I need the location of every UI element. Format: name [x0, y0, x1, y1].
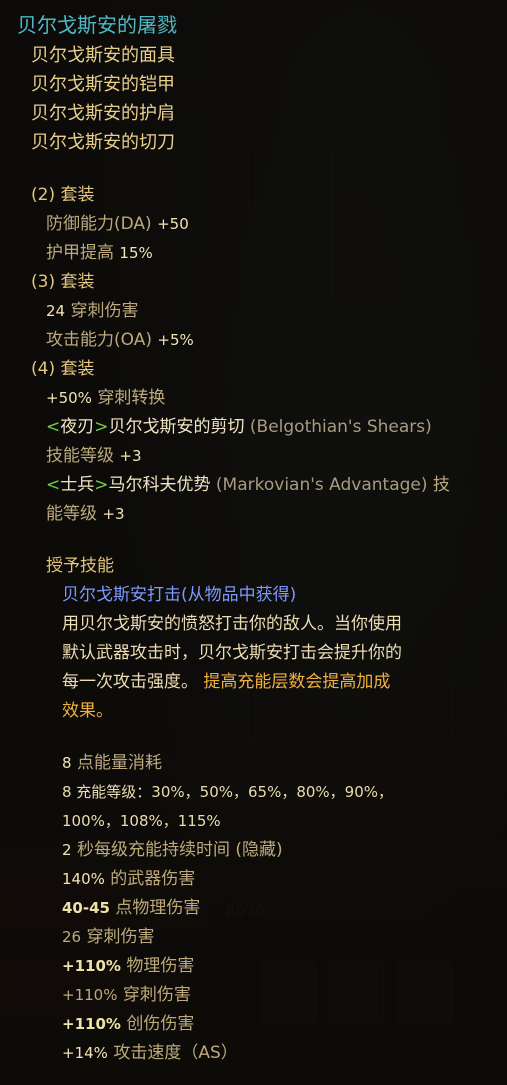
stat-label: 物理伤害 — [126, 956, 195, 976]
granted-skill-description: 默认武器攻击时，贝尔戈斯安打击会提升你的 — [62, 643, 402, 663]
stat-value: +50 — [157, 215, 189, 233]
stat-label: 穿刺伤害 — [86, 927, 155, 947]
stat-label: 创伤伤害 — [126, 1014, 195, 1034]
set-item-blade: 贝尔戈斯安的切刀 — [31, 132, 175, 153]
granted-skill-name: 贝尔戈斯安打击(从物品中获得) — [62, 585, 297, 605]
stat-value: 24 — [46, 302, 66, 320]
bracket-close: > — [94, 475, 109, 495]
stat-label: 攻击速度（AS） — [113, 1043, 238, 1063]
skill-stat-physical-flat: 40-45 点物理伤害 — [62, 895, 200, 921]
set-item-mask: 贝尔戈斯安的面具 — [31, 45, 175, 66]
stat-label: 点物理伤害 — [115, 898, 201, 918]
stat-value: 8 — [62, 754, 72, 772]
granted-skill-description: 每一次攻击强度。 提高充能层数会提高加成 — [62, 669, 390, 695]
stat-label: 秒每级充能持续时间 (隐藏) — [76, 840, 283, 860]
bonus-2-stat-da: 防御能力(DA) +50 — [46, 211, 189, 237]
bonus-3-stat-oa: 攻击能力(OA) +5% — [46, 327, 194, 353]
set-title: 贝尔戈斯安的屠戮 — [17, 13, 177, 37]
stat-label: 的武器伤害 — [110, 869, 196, 889]
description-highlight: 提高充能层数会提高加成 — [203, 672, 391, 692]
skill-stat-physical-percent: +110% 物理伤害 — [62, 953, 194, 979]
stat-value: +50% — [46, 389, 92, 407]
stat-value: 26 — [62, 928, 82, 946]
set-item-armor: 贝尔戈斯安的铠甲 — [31, 74, 175, 95]
bracket-open: < — [46, 475, 61, 495]
skill-stat-attack-speed: +14% 攻击速度（AS） — [62, 1040, 238, 1066]
skill-stat-weapon-damage: 140% 的武器伤害 — [62, 866, 195, 892]
skill-stat-energy: 8 点能量消耗 — [62, 750, 162, 776]
skill-name: 贝尔戈斯安的剪切 — [108, 417, 245, 437]
stat-label: 穿刺伤害 — [122, 985, 191, 1005]
class-tag: 士兵 — [60, 475, 95, 495]
bonus-4-skill-advantage-level: 能等级 +3 — [46, 501, 125, 527]
stat-value: 40-45 — [62, 899, 110, 917]
stat-label: 能等级 — [46, 504, 97, 524]
granted-skill-header: 授予技能 — [46, 556, 114, 576]
bracket-open: < — [46, 417, 61, 437]
set-item-shoulders: 贝尔戈斯安的护肩 — [31, 103, 175, 124]
stat-value: +3 — [102, 505, 125, 523]
skill-stat-charge-levels: 8 充能等级：30%，50%，65%，80%，90%， — [62, 783, 394, 801]
description-highlight: 效果。 — [62, 701, 113, 721]
granted-skill-description: 用贝尔戈斯安的愤怒打击你的敌人。当你使用 — [62, 614, 402, 634]
stat-label: 护甲提高 — [46, 243, 114, 263]
stat-value: +14% — [62, 1044, 108, 1062]
skill-stat-charge-levels: 100%，108%，115% — [62, 812, 221, 830]
bonus-4-skill-shears-level: 技能等级 +3 — [46, 443, 142, 469]
stat-value: 2 — [62, 841, 72, 859]
skill-name: 马尔科夫优势 — [108, 475, 211, 495]
bracket-close: > — [94, 417, 109, 437]
bonus-3-header: (3) 套装 — [31, 272, 95, 292]
bonus-4-header: (4) 套装 — [31, 359, 95, 379]
skill-stat-duration: 2 秒每级充能持续时间 (隐藏) — [62, 837, 283, 863]
stat-label: 穿刺转换 — [97, 388, 166, 408]
skill-stat-pierce-flat: 26 穿刺伤害 — [62, 924, 155, 950]
bonus-4-skill-advantage: <士兵>马尔科夫优势 (Markovian's Advantage) 技 — [46, 472, 450, 498]
bonus-4-stat-conversion: +50% 穿刺转换 — [46, 385, 165, 411]
stat-value: +3 — [119, 447, 142, 465]
bonus-2-stat-armor: 护甲提高 15% — [46, 240, 153, 266]
stat-label: 技能等级 — [46, 446, 114, 466]
skill-english-name: (Markovian's Advantage) — [215, 475, 428, 495]
stat-value: 140% — [62, 870, 105, 888]
description-text: 每一次攻击强度。 — [62, 672, 198, 692]
stat-label: 技 — [432, 475, 450, 495]
skill-english-name: (Belgothian's Shears) — [249, 417, 432, 437]
stat-label: 点能量消耗 — [76, 753, 162, 773]
bonus-2-header: (2) 套装 — [31, 185, 95, 205]
bonus-4-skill-shears: <夜刃>贝尔戈斯安的剪切 (Belgothian's Shears) — [46, 414, 432, 440]
stat-value: 15% — [119, 244, 153, 262]
item-set-tooltip: 贝尔戈斯安的屠戮 贝尔戈斯安的面具 贝尔戈斯安的铠甲 贝尔戈斯安的护肩 贝尔戈斯… — [0, 0, 507, 1085]
stat-value: +110% — [62, 1015, 121, 1033]
stat-label: 防御能力(DA) — [46, 214, 152, 234]
skill-stat-bleed-percent: +110% 创伤伤害 — [62, 1011, 194, 1037]
bonus-3-stat-pierce: 24 穿刺伤害 — [46, 298, 139, 324]
class-tag: 夜刃 — [60, 417, 95, 437]
stat-value: +110% — [62, 986, 118, 1004]
stat-label: 穿刺伤害 — [70, 301, 139, 321]
stat-value: +110% — [62, 957, 121, 975]
stat-label: 攻击能力(OA) — [46, 330, 152, 350]
skill-stat-pierce-percent: +110% 穿刺伤害 — [62, 982, 191, 1008]
stat-value: +5% — [157, 331, 194, 349]
